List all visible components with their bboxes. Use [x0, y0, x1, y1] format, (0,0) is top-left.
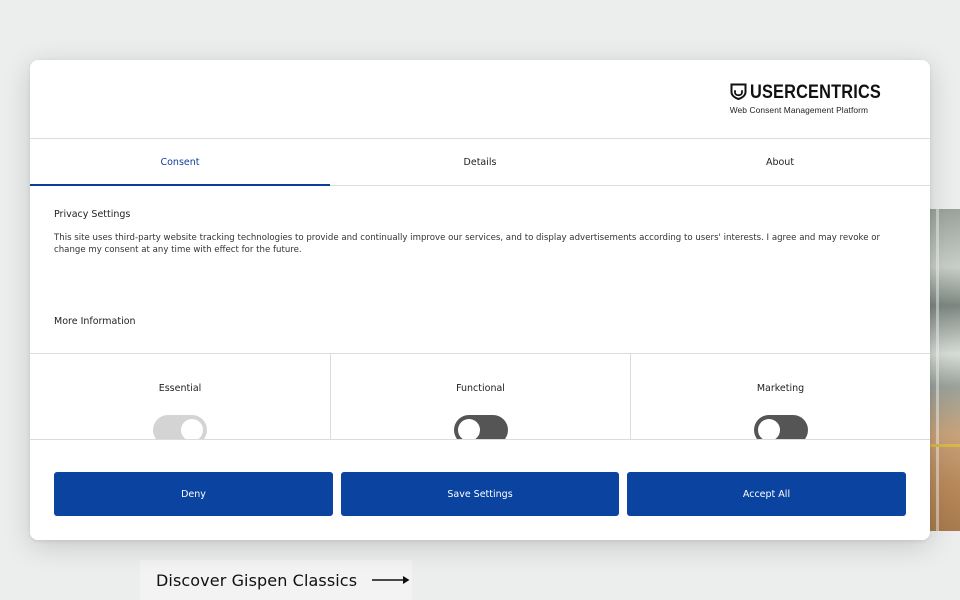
discover-label: Discover Gispen Classics [156, 570, 358, 590]
accept-all-button[interactable]: Accept All [627, 472, 906, 516]
privacy-description: This site uses third-party website track… [54, 233, 880, 255]
background-photo [930, 209, 960, 531]
logo-wordmark: USERCENTRICS [749, 82, 881, 103]
category-essential: Essential [30, 354, 330, 445]
tab-consent[interactable]: Consent [30, 139, 330, 186]
consent-content: Privacy Settings This site uses third-pa… [54, 209, 904, 256]
deny-button[interactable]: Deny [54, 472, 333, 516]
dialog-header: USERCENTRICS Web Consent Management Plat… [30, 60, 930, 139]
category-label: Functional [456, 383, 505, 394]
usercentrics-shield-icon [730, 83, 747, 104]
more-information-link[interactable]: More Information [54, 316, 136, 327]
toggle-knob [758, 419, 780, 441]
dialog-footer: Deny Save Settings Accept All [30, 439, 930, 540]
category-label: Essential [158, 383, 202, 394]
save-settings-button[interactable]: Save Settings [341, 472, 619, 516]
category-marketing: Marketing [630, 354, 930, 445]
category-label: Marketing [756, 383, 805, 394]
long-right-arrow-icon [372, 575, 410, 585]
discover-link[interactable]: Discover Gispen Classics [140, 560, 412, 600]
usercentrics-logo: USERCENTRICS Web Consent Management Plat… [730, 82, 902, 115]
privacy-settings-title: Privacy Settings [54, 209, 131, 220]
category-functional: Functional [330, 354, 630, 445]
tab-bar: Consent Details About [30, 139, 930, 186]
logo-subtitle: Web Consent Management Platform [729, 105, 869, 115]
consent-categories: Essential Functional Marketing [30, 353, 930, 445]
toggle-knob [458, 419, 480, 441]
tab-details[interactable]: Details [330, 139, 630, 185]
consent-dialog: USERCENTRICS Web Consent Management Plat… [30, 60, 930, 540]
toggle-knob [181, 419, 203, 441]
tab-about[interactable]: About [630, 139, 930, 185]
